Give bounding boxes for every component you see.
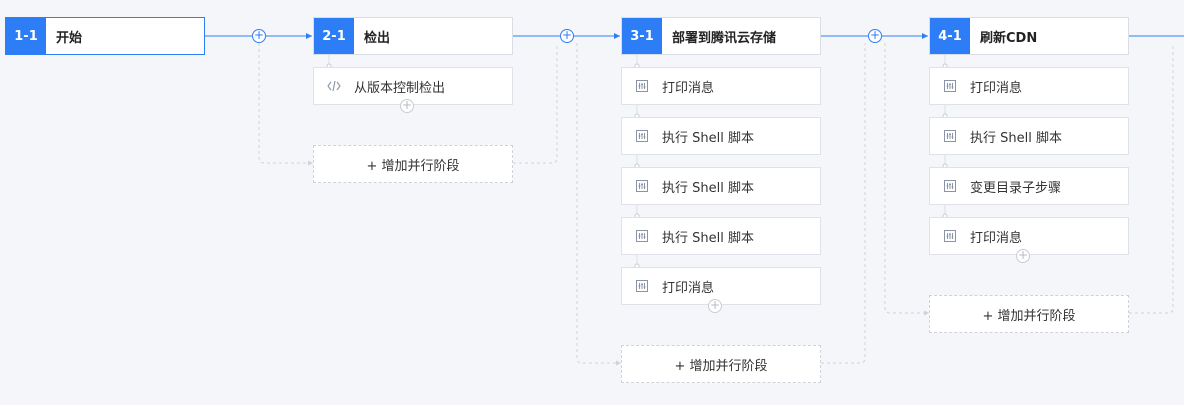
task-icon xyxy=(622,180,662,192)
stage-title: 检出 xyxy=(364,30,391,46)
task-print-message[interactable]: 打印消息 xyxy=(621,67,821,105)
task-label: 执行 Shell 脚本 xyxy=(970,130,1062,146)
task-label: 打印消息 xyxy=(662,80,715,96)
add-task-button[interactable]: + xyxy=(400,99,414,113)
task-label: 执行 Shell 脚本 xyxy=(662,130,754,146)
task-icon xyxy=(622,130,662,142)
stage-number: 1-1 xyxy=(6,18,46,54)
add-task-button[interactable]: + xyxy=(1016,249,1030,263)
task-icon xyxy=(930,180,970,192)
task-print-message[interactable]: 打印消息 xyxy=(929,67,1129,105)
task-icon xyxy=(930,130,970,142)
task-change-directory[interactable]: 变更目录子步骤 xyxy=(929,167,1129,205)
task-label: 执行 Shell 脚本 xyxy=(662,180,754,196)
stage-title: 开始 xyxy=(56,30,83,46)
stage-number: 3-1 xyxy=(622,18,662,54)
task-shell-script[interactable]: 执行 Shell 脚本 xyxy=(929,117,1129,155)
stage-title: 部署到腾讯云存储 xyxy=(672,30,777,46)
task-label: 变更目录子步骤 xyxy=(970,180,1062,196)
stage-4-1[interactable]: 4-1 刷新CDN xyxy=(929,17,1129,55)
stage-title: 刷新CDN xyxy=(980,30,1038,46)
stage-number: 4-1 xyxy=(930,18,970,54)
add-parallel-stage-button[interactable]: + 增加并行阶段 xyxy=(929,295,1129,333)
task-checkout[interactable]: 从版本控制检出 xyxy=(313,67,513,105)
task-label: 打印消息 xyxy=(662,280,715,296)
add-task-button[interactable]: + xyxy=(708,299,722,313)
add-parallel-stage-button[interactable]: + 增加并行阶段 xyxy=(621,345,821,383)
code-icon xyxy=(314,80,354,92)
add-stage-button[interactable]: + xyxy=(560,29,574,43)
task-shell-script[interactable]: 执行 Shell 脚本 xyxy=(621,217,821,255)
task-icon xyxy=(930,80,970,92)
stage-3-1[interactable]: 3-1 部署到腾讯云存储 xyxy=(621,17,821,55)
add-stage-button[interactable]: + xyxy=(868,29,882,43)
stage-2-1[interactable]: 2-1 检出 xyxy=(313,17,513,55)
task-shell-script[interactable]: 执行 Shell 脚本 xyxy=(621,167,821,205)
task-icon xyxy=(622,80,662,92)
task-label: 打印消息 xyxy=(970,230,1023,246)
task-print-message[interactable]: 打印消息 xyxy=(929,217,1129,255)
add-stage-button[interactable]: + xyxy=(252,29,266,43)
add-parallel-stage-button[interactable]: + 增加并行阶段 xyxy=(313,145,513,183)
task-icon xyxy=(930,230,970,242)
task-print-message[interactable]: 打印消息 xyxy=(621,267,821,305)
task-label: 打印消息 xyxy=(970,80,1023,96)
task-icon xyxy=(622,230,662,242)
task-label: 从版本控制检出 xyxy=(354,80,446,96)
task-shell-script[interactable]: 执行 Shell 脚本 xyxy=(621,117,821,155)
task-label: 执行 Shell 脚本 xyxy=(662,230,754,246)
stage-number: 2-1 xyxy=(314,18,354,54)
stage-1-1[interactable]: 1-1 开始 xyxy=(5,17,205,55)
task-icon xyxy=(622,280,662,292)
